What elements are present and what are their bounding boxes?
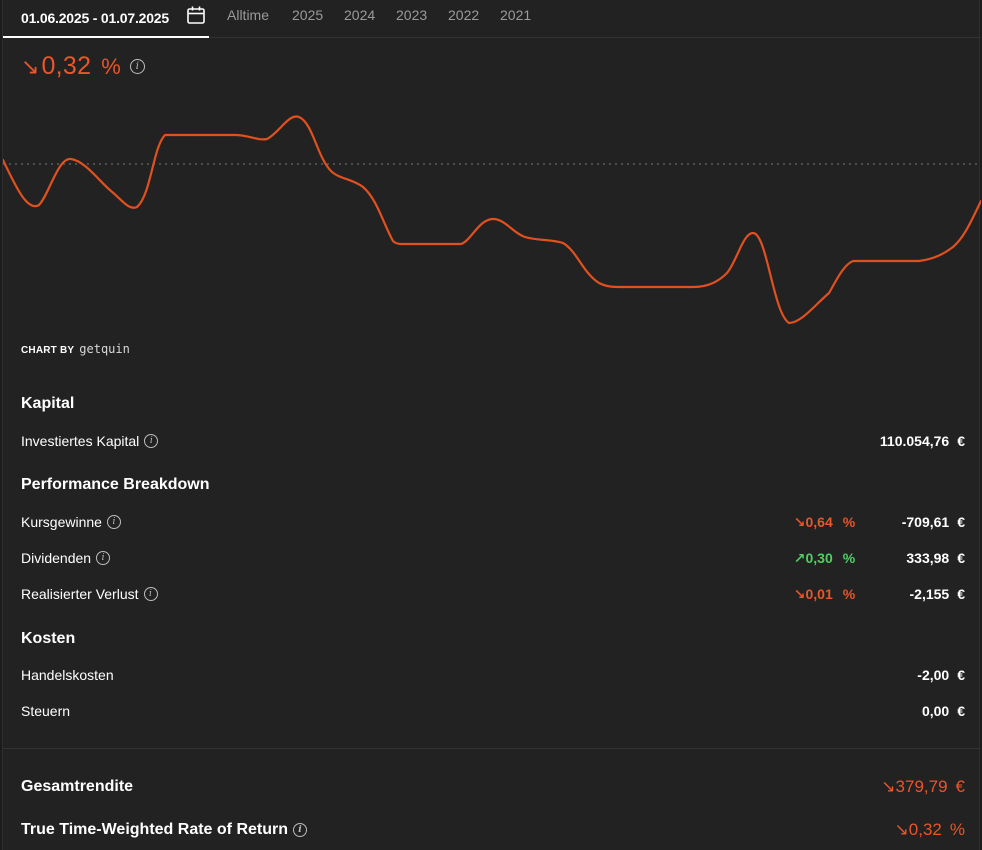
headline-value: 0,32 — [41, 52, 92, 80]
info-icon[interactable]: i — [144, 434, 159, 448]
row-label: Investiertes Kapital — [21, 433, 140, 449]
info-icon[interactable]: i — [143, 587, 158, 601]
total-label: Gesamtrendite — [21, 778, 134, 795]
currency-symbol: € — [955, 777, 965, 796]
total-amount: 379,79 — [895, 777, 948, 796]
period-tabs: 01.06.2025 - 01.07.2025 Alltime 2025 202… — [3, 0, 981, 38]
percent-value: 0,64 — [805, 514, 833, 530]
row-label: Realisierter Verlust — [21, 586, 139, 602]
tab-2022[interactable]: 2022 — [448, 7, 479, 23]
percent-value: 0,01 — [805, 586, 833, 602]
row-gesamtrendite: Gesamtrendite ↘ 379,79 € — [21, 775, 965, 799]
amount-value: -709,61 — [901, 514, 950, 530]
amount-value: 333,98 — [906, 550, 950, 566]
percent-value: 0,30 — [805, 550, 833, 566]
row-kursgewinne: Kursgewinne i ↘ 0,64 % -709,61 € — [21, 511, 965, 533]
amount-value: 110.054,76 — [879, 433, 950, 449]
info-icon[interactable]: i — [96, 551, 111, 565]
currency-symbol: € — [957, 667, 965, 683]
divider — [3, 748, 981, 749]
row-label: Steuern — [21, 703, 71, 719]
section-kapital: Kapital — [21, 395, 75, 412]
total-value: ↘ 379,79 € — [881, 777, 965, 797]
percent-unit: % — [949, 820, 965, 839]
percent-unit: % — [842, 550, 856, 566]
chart-by-label: CHART BY — [21, 345, 75, 356]
percent-badge: ↘ 0,64 % — [794, 514, 855, 531]
percent-unit: % — [842, 586, 856, 602]
performance-chart[interactable] — [3, 95, 981, 335]
total-value: ↘ 0,32 % — [895, 820, 965, 840]
row-dividenden: Dividenden i ↗ 0,30 % 333,98 € — [21, 547, 965, 569]
performance-line — [3, 115, 981, 325]
tab-custom-range[interactable]: 01.06.2025 - 01.07.2025 — [3, 0, 209, 38]
calendar-icon[interactable] — [186, 5, 206, 25]
section-performance-breakdown: Performance Breakdown — [21, 476, 210, 493]
amount-value: -2,155 — [909, 586, 950, 602]
performance-panel: 01.06.2025 - 01.07.2025 Alltime 2025 202… — [2, 0, 981, 850]
total-percent: 0,32 — [908, 820, 942, 839]
tab-2023[interactable]: 2023 — [396, 7, 427, 23]
trend-up-icon: ↗ — [793, 549, 806, 566]
row-investiertes-kapital: Investiertes Kapital i 110.054,76 € — [21, 430, 965, 452]
row-label: Kursgewinne — [21, 514, 102, 530]
currency-symbol: € — [957, 586, 965, 602]
currency-symbol: € — [957, 514, 965, 530]
percent-badge: ↗ 0,30 % — [794, 550, 855, 567]
currency-symbol: € — [957, 703, 965, 719]
info-icon[interactable]: i — [129, 59, 145, 74]
tab-2024[interactable]: 2024 — [344, 7, 375, 23]
trend-down-icon: ↘ — [793, 513, 806, 530]
row-label: Dividenden — [21, 550, 92, 566]
row-steuern: Steuern 0,00 € — [21, 700, 965, 722]
tab-2025[interactable]: 2025 — [292, 7, 323, 23]
amount-value: 0,00 — [921, 703, 950, 719]
headline-unit: % — [101, 53, 121, 79]
row-realisierter-verlust: Realisierter Verlust i ↘ 0,01 % -2,155 € — [21, 583, 965, 605]
percent-unit: % — [842, 514, 856, 530]
trend-down-icon: ↘ — [881, 777, 896, 796]
currency-symbol: € — [957, 550, 965, 566]
trend-down-icon: ↘ — [793, 585, 806, 602]
trend-down-icon: ↘ — [21, 53, 40, 79]
section-kosten: Kosten — [21, 630, 76, 647]
currency-symbol: € — [957, 433, 965, 449]
date-range-label: 01.06.2025 - 01.07.2025 — [21, 10, 169, 26]
trend-down-icon: ↘ — [894, 820, 909, 839]
row-handelskosten: Handelskosten -2,00 € — [21, 664, 965, 686]
tab-2021[interactable]: 2021 — [500, 7, 531, 23]
info-icon[interactable]: i — [293, 823, 307, 837]
row-label: Handelskosten — [21, 667, 114, 683]
row-ttwror: True Time-Weighted Rate of Return i ↘ 0,… — [21, 818, 965, 842]
total-label: True Time-Weighted Rate of Return — [21, 821, 288, 838]
chart-attribution: CHART BY getquin — [21, 342, 130, 356]
info-icon[interactable]: i — [106, 515, 121, 529]
amount-value: -2,00 — [917, 667, 950, 683]
tab-alltime[interactable]: Alltime — [227, 7, 269, 23]
headline-return: ↘ 0,32 % i — [21, 52, 145, 81]
percent-badge: ↘ 0,01 % — [794, 586, 855, 603]
brand-logo-text: getquin — [79, 342, 130, 356]
